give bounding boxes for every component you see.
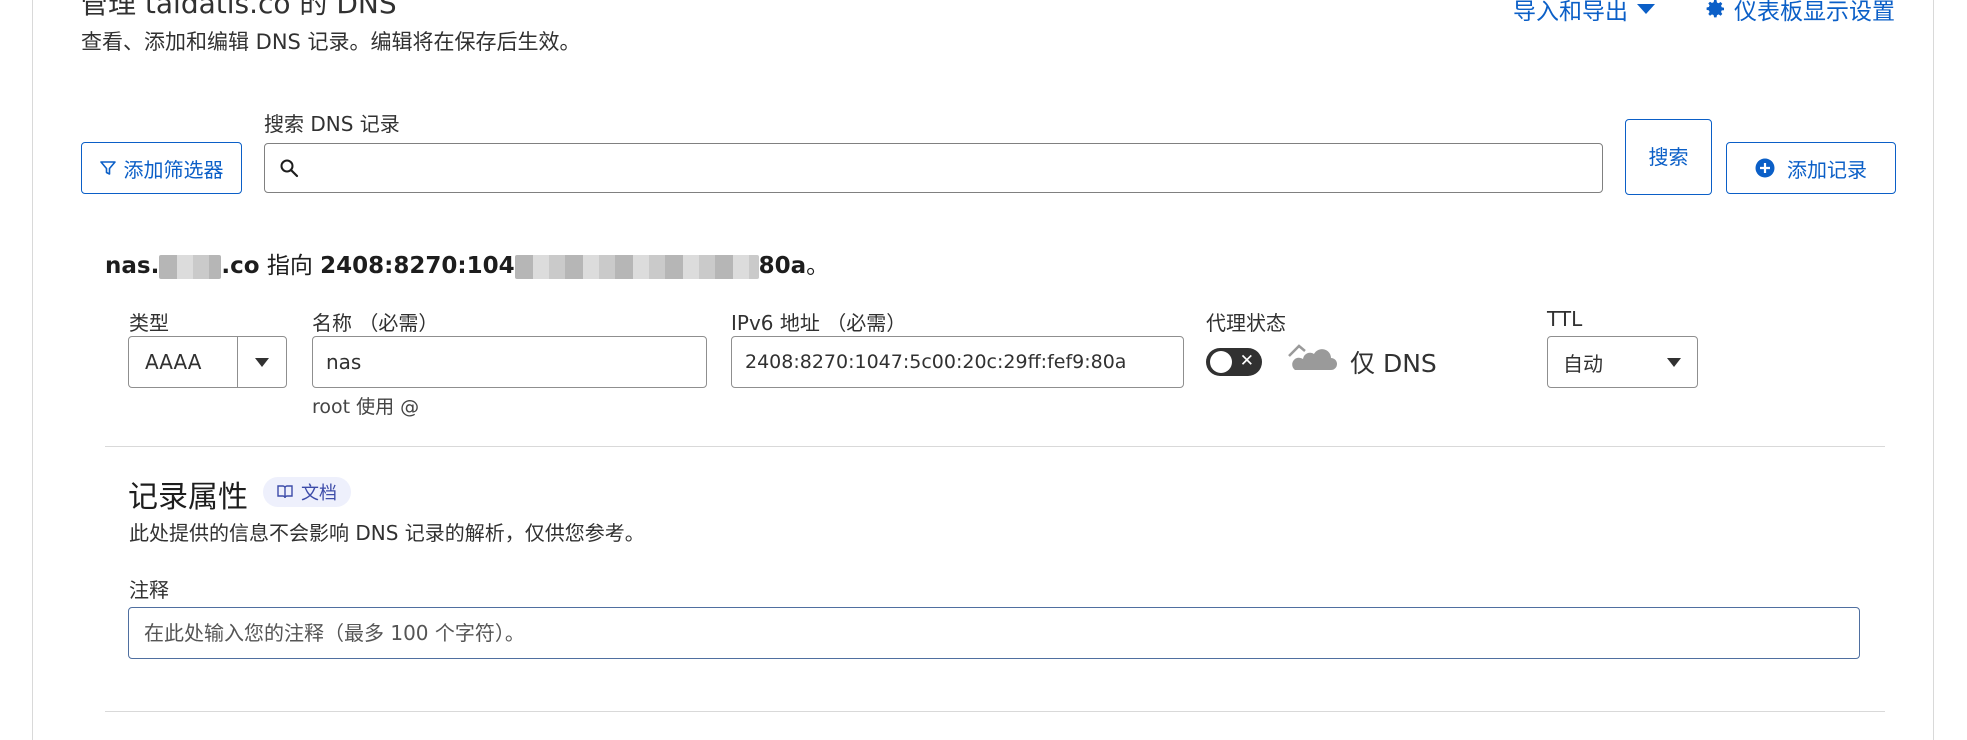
ipv6-label: IPv6 地址 （必需） (731, 311, 907, 335)
gear-icon (1706, 0, 1724, 18)
search-field[interactable] (264, 143, 1603, 193)
add-filter-button[interactable]: 添加筛选器 (81, 142, 242, 194)
summary-end: 。 (806, 253, 830, 279)
caret-down-icon (1637, 4, 1655, 14)
documentation-label: 文档 (301, 483, 337, 504)
section-divider (105, 446, 1885, 447)
book-icon (277, 485, 293, 499)
record-summary: nas. .co 指向 2408:8270:104 80a。 (105, 246, 829, 280)
add-record-button[interactable]: 添加记录 (1726, 142, 1896, 194)
dns-only-cloud-icon (1287, 343, 1337, 370)
caret-down-icon (1667, 357, 1681, 367)
dashboard-settings-label: 仪表板显示设置 (1734, 0, 1895, 25)
redacted-domain (159, 254, 222, 279)
search-label: 搜索 DNS 记录 (264, 112, 400, 136)
summary-name-start: nas. (105, 253, 160, 279)
page-subtitle: 查看、添加和编辑 DNS 记录。编辑将在保存后生效。 (81, 30, 581, 54)
documentation-badge[interactable]: 文档 (263, 477, 351, 507)
record-attributes-description: 此处提供的信息不会影响 DNS 记录的解析，仅供您参考。 (129, 521, 645, 545)
name-label: 名称 （必需） (312, 311, 439, 335)
type-select[interactable]: AAAA (128, 336, 287, 388)
proxy-status-text: 仅 DNS (1350, 349, 1437, 378)
summary-points-to: 指向 (266, 253, 313, 279)
page-title: 管理 taidatis.co 的 DNS (80, 0, 397, 20)
note-label: 注释 (129, 578, 169, 602)
toggle-knob (1210, 351, 1232, 373)
search-input[interactable] (307, 147, 1602, 189)
type-dropdown-arrow[interactable] (237, 337, 286, 387)
search-button[interactable]: 搜索 (1625, 119, 1712, 195)
search-icon (280, 159, 299, 178)
caret-down-icon (255, 357, 269, 367)
note-input[interactable] (142, 620, 1859, 646)
ttl-select[interactable]: 自动 (1547, 336, 1698, 388)
add-record-label: 添加记录 (1787, 157, 1867, 182)
add-filter-label: 添加筛选器 (123, 157, 224, 182)
summary-value-end: 80a (758, 253, 807, 279)
ttl-label: TTL (1547, 307, 1583, 331)
bottom-divider (105, 711, 1885, 712)
import-export-button[interactable]: 导入和导出 (1513, 0, 1656, 26)
proxy-toggle[interactable]: ✕ (1206, 348, 1262, 376)
name-hint: root 使用 @ (312, 396, 420, 418)
import-export-label: 导入和导出 (1513, 0, 1628, 25)
filter-icon (99, 161, 116, 175)
ipv6-field[interactable]: 2408:8270:1047:5c00:20c:29ff:fef9:80a (731, 336, 1184, 388)
dashboard-settings-button[interactable]: 仪表板显示设置 (1706, 0, 1895, 26)
type-label: 类型 (129, 311, 169, 335)
summary-name-end: .co (221, 253, 260, 279)
toggle-off-icon: ✕ (1239, 351, 1254, 371)
redacted-address (514, 254, 759, 279)
note-field[interactable] (128, 607, 1860, 659)
name-field[interactable]: nas (312, 336, 707, 388)
type-value: AAAA (145, 350, 202, 374)
summary-value-start: 2408:8270:104 (320, 253, 515, 279)
proxy-label: 代理状态 (1206, 311, 1286, 335)
ttl-value: 自动 (1563, 351, 1603, 376)
plus-circle-icon (1755, 158, 1775, 178)
record-attributes-title: 记录属性 (128, 480, 248, 515)
